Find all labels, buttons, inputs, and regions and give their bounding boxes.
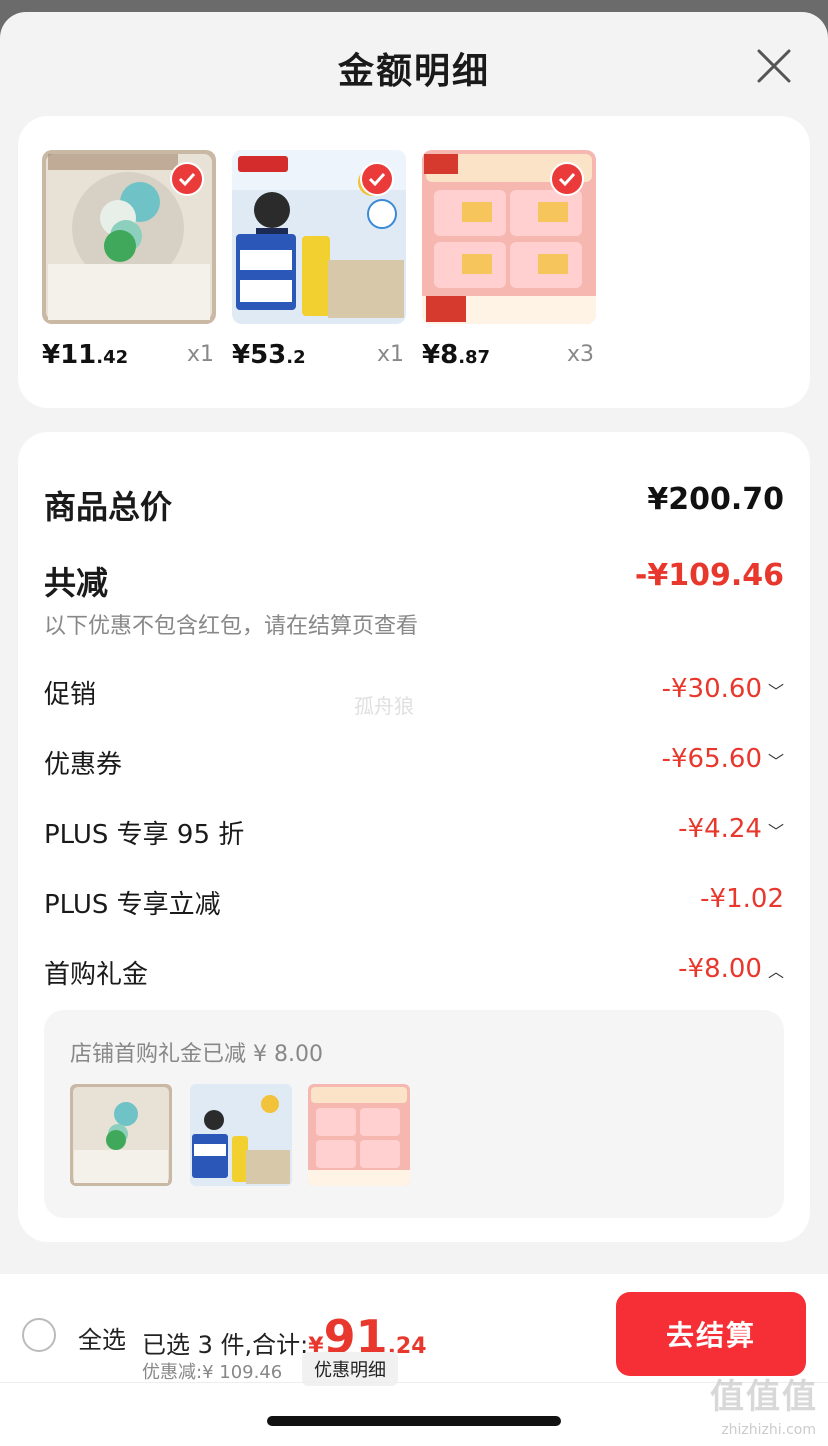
amount-detail-sheet: 金额明细 ¥11.42 x1 ¥53.2 x1 ¥8.87 x3 商品总价 ¥2…: [0, 12, 828, 1446]
coupon-value: -¥65.60: [661, 744, 762, 774]
home-indicator[interactable]: [267, 1416, 561, 1426]
product-item[interactable]: ¥53.2 x1: [232, 150, 406, 370]
product-price: ¥53.2: [232, 340, 306, 370]
product-price: ¥11.42: [42, 340, 129, 370]
checkout-button[interactable]: 去结算: [616, 1292, 806, 1376]
product-image: [422, 150, 596, 324]
chevron-down-icon[interactable]: ﹀: [768, 822, 784, 841]
discount-detail-button[interactable]: 优惠明细: [302, 1352, 398, 1386]
chevron-down-icon[interactable]: ﹀: [768, 682, 784, 701]
checked-icon[interactable]: [360, 162, 394, 196]
select-all-label[interactable]: 全选: [78, 1320, 126, 1355]
plus-discount-value: -¥4.24: [678, 814, 762, 844]
price-detail-card: 商品总价 ¥200.70 共减 -¥109.46 以下优惠不包含红包，请在结算页…: [18, 432, 810, 1242]
product-qty: x3: [566, 342, 594, 367]
chevron-up-icon[interactable]: ︿: [768, 962, 784, 981]
gift-product-thumb: [190, 1084, 292, 1186]
gift-product-thumb: [308, 1084, 410, 1186]
chevron-down-icon[interactable]: ﹀: [768, 752, 784, 771]
close-icon[interactable]: [756, 48, 792, 84]
site-watermark-logo: 值值值: [710, 1377, 818, 1417]
first-purchase-gift-label: 首购礼金: [44, 960, 149, 990]
total-reduce-label: 共减: [44, 564, 109, 602]
plus-discount-label: PLUS 专享 95 折: [44, 820, 245, 850]
product-item[interactable]: ¥8.87 x3: [422, 150, 596, 370]
plus-reduce-value: -¥1.02: [700, 884, 784, 914]
total-price-value: ¥200.70: [647, 482, 784, 517]
gift-detail-text: 店铺首购礼金已减 ¥ 8.00: [70, 1042, 323, 1067]
checked-icon[interactable]: [550, 162, 584, 196]
gift-product-thumb: [70, 1084, 172, 1186]
product-image: [42, 150, 216, 324]
total-price-label: 商品总价: [44, 488, 173, 526]
gift-detail-box: 店铺首购礼金已减 ¥ 8.00: [44, 1010, 784, 1218]
product-qty: x1: [376, 342, 404, 367]
sheet-title: 金额明细: [337, 51, 490, 92]
total-reduce-value: -¥109.46: [634, 558, 784, 593]
select-all-radio[interactable]: [22, 1318, 56, 1352]
divider: [0, 1382, 828, 1383]
plus-reduce-label: PLUS 专享立减: [44, 890, 221, 920]
promo-value: -¥30.60: [661, 674, 762, 704]
selected-count-text: 已选 3 件,合计:: [142, 1331, 309, 1359]
site-watermark-url: zhizhizhi.com: [721, 1422, 816, 1438]
saved-amount: 优惠减:¥ 109.46: [142, 1362, 283, 1383]
product-price: ¥8.87: [422, 340, 491, 370]
reduce-note-text: 以下优惠不包含红包，请在结算页查看: [44, 614, 419, 639]
product-item[interactable]: ¥11.42 x1: [42, 150, 216, 370]
product-image: [232, 150, 406, 324]
coupon-label: 优惠券: [44, 750, 123, 780]
user-watermark: 孤舟狼: [354, 694, 414, 718]
promo-label: 促销: [44, 680, 97, 710]
product-qty: x1: [186, 342, 214, 367]
products-card: ¥11.42 x1 ¥53.2 x1 ¥8.87 x3: [18, 116, 810, 408]
first-purchase-gift-value: -¥8.00: [678, 954, 762, 984]
checked-icon[interactable]: [170, 162, 204, 196]
